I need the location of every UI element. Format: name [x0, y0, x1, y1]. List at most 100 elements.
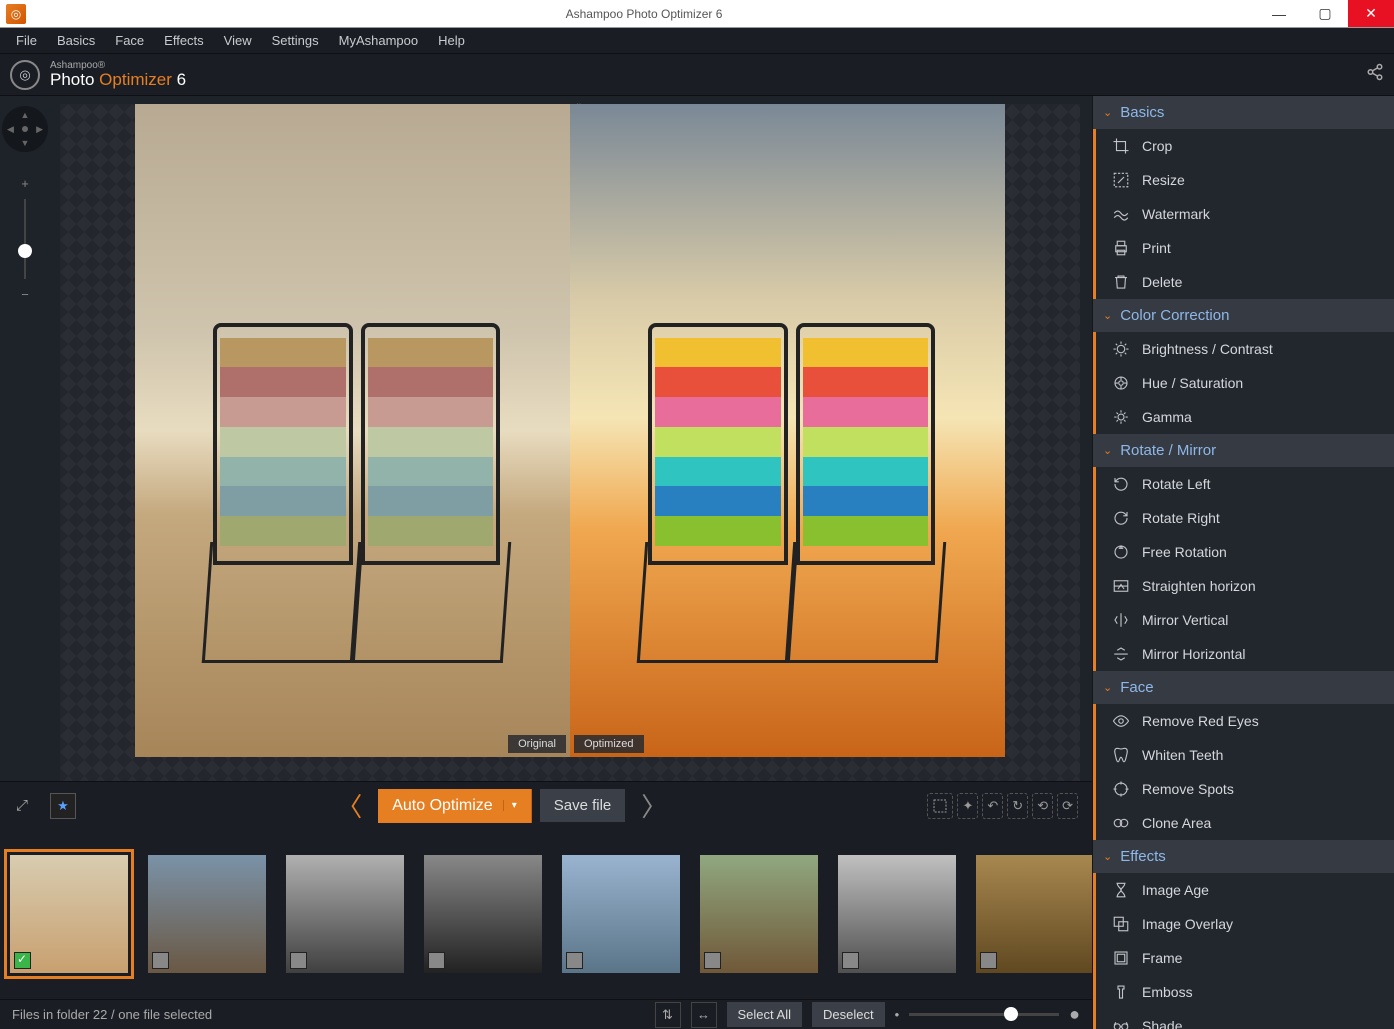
- close-button[interactable]: ✕: [1348, 0, 1394, 27]
- sunglasses-icon: [1112, 1017, 1130, 1029]
- thumbnail[interactable]: [838, 855, 956, 973]
- thumbnail[interactable]: [562, 855, 680, 973]
- section-face[interactable]: ⌄Face: [1093, 671, 1394, 704]
- brightness-icon: [1112, 340, 1130, 358]
- tools-panel: ⌄Basics Crop Resize Watermark Print Dele…: [1092, 96, 1394, 1029]
- thumbnail[interactable]: [10, 855, 128, 973]
- tool-print[interactable]: Print: [1096, 231, 1394, 265]
- menu-basics[interactable]: Basics: [49, 30, 103, 51]
- menu-view[interactable]: View: [216, 30, 260, 51]
- chevron-down-icon: ⌄: [1103, 444, 1112, 457]
- menu-settings[interactable]: Settings: [264, 30, 327, 51]
- thumbnail[interactable]: [286, 855, 404, 973]
- thumb-checkbox[interactable]: [704, 952, 721, 969]
- mirror-vertical-icon: [1112, 611, 1130, 629]
- thumb-checkbox[interactable]: [980, 952, 997, 969]
- eye-icon: [1112, 712, 1130, 730]
- pan-wheel[interactable]: ▲▼◀▶: [2, 106, 48, 152]
- magic-tool-icon[interactable]: ✦: [957, 793, 978, 819]
- tool-rotate-left[interactable]: Rotate Left: [1096, 467, 1394, 501]
- tool-image-age[interactable]: Image Age: [1096, 873, 1394, 907]
- tool-hue-saturation[interactable]: Hue / Saturation: [1096, 366, 1394, 400]
- tool-whiten-teeth[interactable]: Whiten Teeth: [1096, 738, 1394, 772]
- brandbar: ◎ Ashampoo® Photo Optimizer 6: [0, 54, 1394, 96]
- star-filter-icon[interactable]: ★: [50, 793, 76, 819]
- tool-shade[interactable]: Shade: [1096, 1009, 1394, 1029]
- section-effects[interactable]: ⌄Effects: [1093, 840, 1394, 873]
- tool-straighten-horizon[interactable]: Straighten horizon: [1096, 569, 1394, 603]
- thumb-checkbox[interactable]: [290, 952, 307, 969]
- zoom-in-icon[interactable]: +: [21, 176, 29, 191]
- deselect-button[interactable]: Deselect: [812, 1002, 885, 1027]
- tool-resize[interactable]: Resize: [1096, 163, 1394, 197]
- size-large-icon: ●: [1069, 1004, 1080, 1025]
- collapse-icon[interactable]: ⤢: [10, 794, 34, 818]
- tool-clone-area[interactable]: Clone Area: [1096, 806, 1394, 840]
- section-rotate-mirror[interactable]: ⌄Rotate / Mirror: [1093, 434, 1394, 467]
- tool-free-rotation[interactable]: Free Rotation: [1096, 535, 1394, 569]
- thumb-checkbox[interactable]: [14, 952, 31, 969]
- clone-icon: [1112, 814, 1130, 832]
- tool-rotate-right[interactable]: Rotate Right: [1096, 501, 1394, 535]
- thumb-checkbox[interactable]: [428, 952, 445, 969]
- save-file-button[interactable]: Save file: [540, 789, 626, 822]
- thumb-checkbox[interactable]: [566, 952, 583, 969]
- tool-emboss[interactable]: Emboss: [1096, 975, 1394, 1009]
- section-basics[interactable]: ⌄Basics: [1093, 96, 1394, 129]
- tool-remove-red-eyes[interactable]: Remove Red Eyes: [1096, 704, 1394, 738]
- chevron-down-icon: ⌄: [1103, 309, 1112, 322]
- hue-icon: [1112, 374, 1130, 392]
- sort-icon[interactable]: ⇅: [655, 1002, 681, 1028]
- chevron-down-icon: ⌄: [1103, 106, 1112, 119]
- thumb-checkbox[interactable]: [842, 952, 859, 969]
- rotate-right-quick-icon[interactable]: ⟳: [1057, 793, 1078, 819]
- menu-effects[interactable]: Effects: [156, 30, 212, 51]
- status-text: Files in folder 22 / one file selected: [12, 1007, 212, 1022]
- image-canvas[interactable]: ◀▶ Original Optimized: [60, 104, 1080, 781]
- tool-remove-spots[interactable]: Remove Spots: [1096, 772, 1394, 806]
- tool-brightness-contrast[interactable]: Brightness / Contrast: [1096, 332, 1394, 366]
- thumbnail[interactable]: [976, 855, 1092, 973]
- thumbnail[interactable]: [700, 855, 818, 973]
- rotate-left-quick-icon[interactable]: ⟲: [1032, 793, 1053, 819]
- menu-help[interactable]: Help: [430, 30, 473, 51]
- tool-mirror-horizontal[interactable]: Mirror Horizontal: [1096, 637, 1394, 671]
- chevron-down-icon: ⌄: [1103, 681, 1112, 694]
- menu-file[interactable]: File: [8, 30, 45, 51]
- tool-image-overlay[interactable]: Image Overlay: [1096, 907, 1394, 941]
- prev-image-button[interactable]: 〈: [328, 787, 370, 824]
- auto-optimize-button[interactable]: Auto Optimize▾: [378, 789, 532, 823]
- menubar: File Basics Face Effects View Settings M…: [0, 28, 1394, 54]
- thumb-size-slider[interactable]: [909, 1013, 1059, 1016]
- tool-frame[interactable]: Frame: [1096, 941, 1394, 975]
- select-all-button[interactable]: Select All: [727, 1002, 802, 1027]
- frame-icon: [1112, 949, 1130, 967]
- status-bar: Files in folder 22 / one file selected ⇅…: [0, 999, 1092, 1029]
- menu-face[interactable]: Face: [107, 30, 152, 51]
- section-color-correction[interactable]: ⌄Color Correction: [1093, 299, 1394, 332]
- next-image-button[interactable]: 〉: [633, 787, 675, 824]
- tooth-icon: [1112, 746, 1130, 764]
- undo-icon[interactable]: ↶: [982, 793, 1003, 819]
- target-icon: [1112, 780, 1130, 798]
- tool-mirror-vertical[interactable]: Mirror Vertical: [1096, 603, 1394, 637]
- original-label: Original: [508, 735, 566, 753]
- redo-icon[interactable]: ↻: [1007, 793, 1028, 819]
- share-icon[interactable]: [1366, 63, 1384, 86]
- tool-watermark[interactable]: Watermark: [1096, 197, 1394, 231]
- selection-tool-icon[interactable]: [927, 793, 953, 819]
- hourglass-icon: [1112, 881, 1130, 899]
- minimize-button[interactable]: —: [1256, 0, 1302, 27]
- resize-icon-sm[interactable]: ↔: [691, 1002, 717, 1028]
- thumbnail[interactable]: [424, 855, 542, 973]
- optimized-label: Optimized: [574, 735, 644, 753]
- tool-gamma[interactable]: Gamma: [1096, 400, 1394, 434]
- zoom-out-icon[interactable]: −: [21, 287, 29, 302]
- maximize-button[interactable]: ▢: [1302, 0, 1348, 27]
- tool-crop[interactable]: Crop: [1096, 129, 1394, 163]
- tool-delete[interactable]: Delete: [1096, 265, 1394, 299]
- thumb-checkbox[interactable]: [152, 952, 169, 969]
- titlebar: ◎ Ashampoo Photo Optimizer 6 — ▢ ✕: [0, 0, 1394, 28]
- menu-myashampoo[interactable]: MyAshampoo: [331, 30, 426, 51]
- thumbnail[interactable]: [148, 855, 266, 973]
